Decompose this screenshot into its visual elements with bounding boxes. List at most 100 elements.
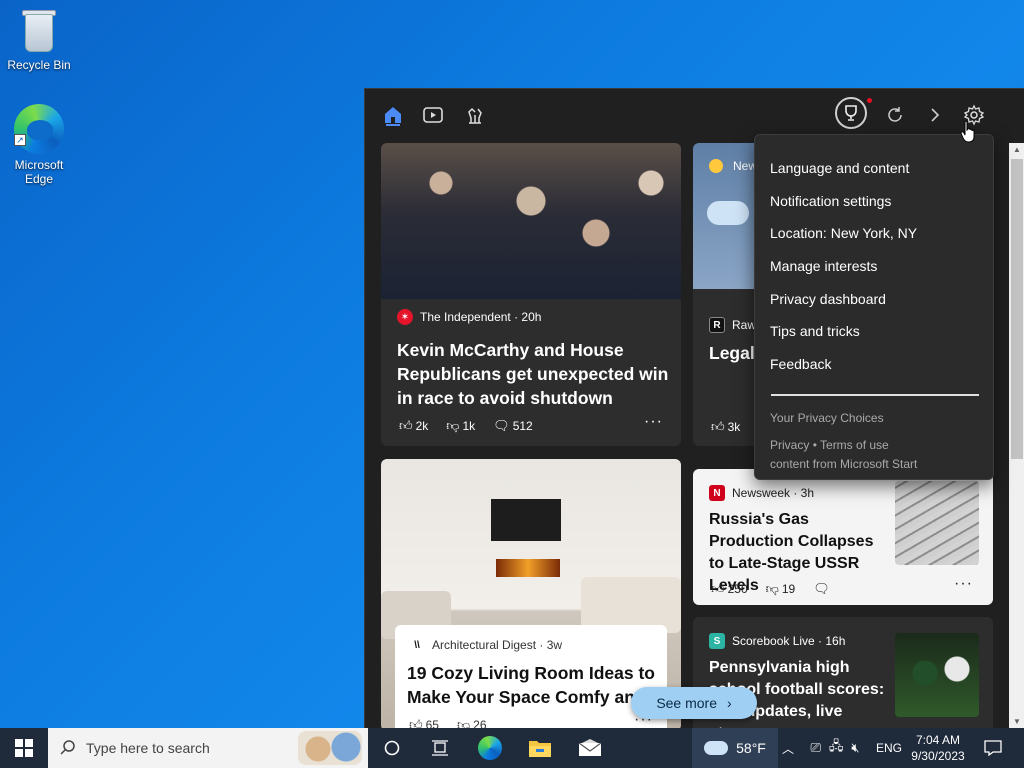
hand-cursor-icon — [960, 120, 975, 143]
play-icon — [423, 107, 443, 123]
dislike-button[interactable]: 👎︎ 26 — [457, 717, 487, 728]
input-language-indicator[interactable]: ENG — [874, 728, 904, 768]
video-tab-button[interactable] — [419, 101, 447, 129]
scrollbar-thumb[interactable] — [1011, 159, 1023, 459]
source-label: Newsweek · 3h — [732, 486, 815, 500]
mail-button[interactable] — [574, 728, 606, 768]
shortcut-arrow-icon: ↗ — [14, 134, 26, 146]
refresh-button[interactable] — [881, 101, 909, 129]
more-options-icon[interactable]: ··· — [954, 575, 973, 593]
more-options-icon[interactable]: ··· — [644, 413, 663, 431]
menu-item-tips[interactable]: Tips and tricks — [770, 323, 860, 339]
news-photo — [381, 143, 681, 299]
news-card-mccarthy[interactable]: ✶ The Independent · 20h Kevin McCarthy a… — [381, 143, 681, 446]
news-source: N Newsweek · 3h — [709, 485, 814, 501]
search-placeholder: Type here to search — [86, 740, 210, 756]
recycle-bin-desktop-icon[interactable]: Recycle Bin — [2, 8, 76, 72]
like-button[interactable]: 👍︎ 3k — [711, 419, 740, 435]
news-headline[interactable]: Kevin McCarthy and House Republicans get… — [397, 338, 669, 410]
legal-links: Privacy • Terms of use — [770, 438, 889, 452]
dislike-button[interactable]: 👎︎ 19 — [766, 581, 796, 597]
chevron-up-icon: ︿ — [781, 741, 794, 756]
search-highlight-art — [298, 731, 362, 765]
notification-dot — [867, 98, 872, 103]
comment-count: 512 — [512, 419, 533, 433]
weather-temperature: 58°F — [736, 740, 766, 756]
news-headline[interactable]: 19 Cozy Living Room Ideas to Make Your S… — [407, 661, 665, 709]
comment-button[interactable]: 🗨︎ — [813, 581, 833, 597]
file-explorer-button[interactable] — [524, 728, 556, 768]
cloud-icon — [707, 201, 749, 225]
edge-taskbar-button[interactable] — [474, 728, 506, 768]
scroll-down-icon[interactable]: ▼ — [1009, 715, 1024, 728]
menu-item-feedback[interactable]: Feedback — [770, 356, 831, 372]
next-button[interactable] — [921, 101, 949, 129]
news-card-living-room[interactable]: \\ Architectural Digest · 3w 19 Cozy Liv… — [381, 459, 681, 728]
thumbs-up-icon: 👍︎ — [399, 418, 413, 433]
like-button[interactable]: 👍︎ 250 — [711, 581, 748, 597]
reaction-bar: 👍︎ 65 👎︎ 26 — [409, 717, 501, 728]
menu-item-interests[interactable]: Manage interests — [770, 258, 877, 274]
like-button[interactable]: 👍︎ 65 — [409, 717, 439, 728]
news-source: R Raw — [709, 317, 756, 333]
volume-muted-icon[interactable]: 🔇︎ — [851, 740, 859, 756]
chess-icon — [468, 107, 482, 124]
thumbs-up-icon: 👍︎ — [409, 717, 423, 728]
home-tab-button[interactable] — [379, 101, 407, 129]
trophy-icon — [845, 105, 857, 121]
taskbar-clock[interactable]: 7:04 AM 9/30/2023 — [906, 728, 970, 768]
link-separator: • — [812, 438, 817, 452]
task-view-icon — [432, 740, 448, 756]
news-thumbnail — [895, 633, 979, 717]
widgets-toolbar — [365, 89, 1024, 139]
menu-item-location[interactable]: Location: New York, NY — [770, 225, 917, 241]
menu-item-privacy-dashboard[interactable]: Privacy dashboard — [770, 291, 886, 307]
show-hidden-icons-button[interactable]: ︿ — [778, 728, 798, 768]
scroll-up-icon[interactable]: ▲ — [1009, 143, 1024, 157]
see-more-button[interactable]: See more › — [631, 687, 757, 719]
dislike-count: 26 — [473, 718, 487, 728]
weather-taskbar-button[interactable]: 58°F — [692, 728, 778, 768]
action-center-button[interactable] — [978, 728, 1008, 768]
privacy-choices-link[interactable]: Your Privacy Choices — [770, 411, 884, 425]
like-count: 2k — [415, 419, 429, 433]
recycle-bin-label: Recycle Bin — [7, 58, 71, 72]
privacy-link[interactable]: Privacy — [770, 438, 809, 452]
comment-icon: 🗨︎ — [493, 418, 510, 433]
menu-divider — [771, 394, 979, 396]
recycle-bin-icon — [19, 8, 59, 54]
task-view-button[interactable] — [424, 728, 456, 768]
network-icon[interactable]: 🖧︎ — [829, 737, 844, 759]
newsweek-logo-icon: N — [709, 485, 725, 501]
taskbar: Type here to search 58°F ︿ ⎚ 🖧︎ 🔇︎ ENG 7… — [0, 728, 1024, 768]
see-more-label: See more — [656, 695, 718, 711]
folder-icon — [529, 741, 551, 757]
rewards-button[interactable] — [835, 97, 867, 129]
taskbar-search-box[interactable]: Type here to search — [48, 728, 368, 768]
terms-link[interactable]: Terms of use — [820, 438, 889, 452]
like-count: 3k — [727, 420, 741, 434]
like-button[interactable]: 👍︎ 2k — [399, 418, 428, 434]
meet-now-icon[interactable]: ⎚ — [810, 740, 820, 756]
start-button[interactable] — [0, 728, 48, 768]
search-icon — [60, 740, 75, 755]
thumbs-down-icon: 👎︎ — [446, 418, 460, 433]
widgets-scrollbar[interactable]: ▲ ▼ — [1009, 143, 1024, 728]
dislike-button[interactable]: 👎︎ 1k — [446, 418, 475, 434]
dislike-count: 1k — [462, 419, 476, 433]
reaction-bar: 👍︎ 3k — [711, 419, 754, 435]
source-label: The Independent · 20h — [420, 310, 542, 324]
thumbs-down-icon: 👎︎ — [765, 581, 779, 596]
source-label: Architectural Digest · 3w — [432, 638, 563, 652]
news-card-russia[interactable]: N Newsweek · 3h Russia's Gas Production … — [693, 469, 993, 605]
cloud-icon — [704, 741, 729, 755]
chevron-right-icon: › — [727, 695, 732, 711]
menu-item-language[interactable]: Language and content — [770, 160, 909, 176]
article-inset: \\ Architectural Digest · 3w 19 Cozy Liv… — [395, 625, 667, 728]
ad-logo-icon: \\ — [414, 639, 420, 651]
menu-item-notifications[interactable]: Notification settings — [770, 193, 891, 209]
games-tab-button[interactable] — [461, 101, 489, 129]
independent-logo-icon: ✶ — [397, 309, 413, 325]
cortana-button[interactable] — [376, 728, 408, 768]
comment-button[interactable]: 🗨︎ 512 — [493, 418, 533, 434]
